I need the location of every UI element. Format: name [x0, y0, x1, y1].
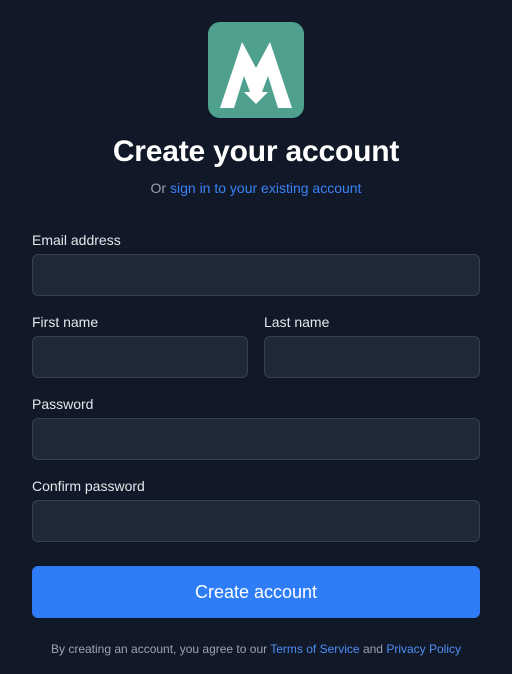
confirm-password-field[interactable]: [32, 500, 480, 542]
first-name-field[interactable]: [32, 336, 248, 378]
terms-link[interactable]: Terms of Service: [270, 642, 359, 656]
legal-notice: By creating an account, you agree to our…: [0, 640, 512, 658]
password-label: Password: [32, 396, 94, 412]
last-name-label: Last name: [264, 314, 330, 330]
last-name-field[interactable]: [264, 336, 480, 378]
privacy-link[interactable]: Privacy Policy: [386, 642, 461, 656]
first-name-label: First name: [32, 314, 99, 330]
create-account-button[interactable]: Create account: [32, 566, 480, 618]
email-field[interactable]: [32, 254, 480, 296]
email-label: Email address: [32, 232, 121, 248]
brand-logo: [208, 22, 304, 118]
mountain-m-logo-icon: [220, 42, 292, 108]
signin-link[interactable]: sign in to your existing account: [170, 180, 361, 196]
signin-prompt: Or sign in to your existing account: [0, 178, 512, 198]
page-title: Create your account: [112, 135, 400, 168]
password-field[interactable]: [32, 418, 480, 460]
confirm-password-label: Confirm password: [32, 478, 145, 494]
legal-prefix: By creating an account, you agree to our: [50, 642, 268, 656]
signup-page: Create your account Or sign in to your e…: [0, 0, 512, 674]
legal-conjunction: and: [362, 642, 383, 656]
subtitle-prefix: Or: [150, 180, 167, 196]
